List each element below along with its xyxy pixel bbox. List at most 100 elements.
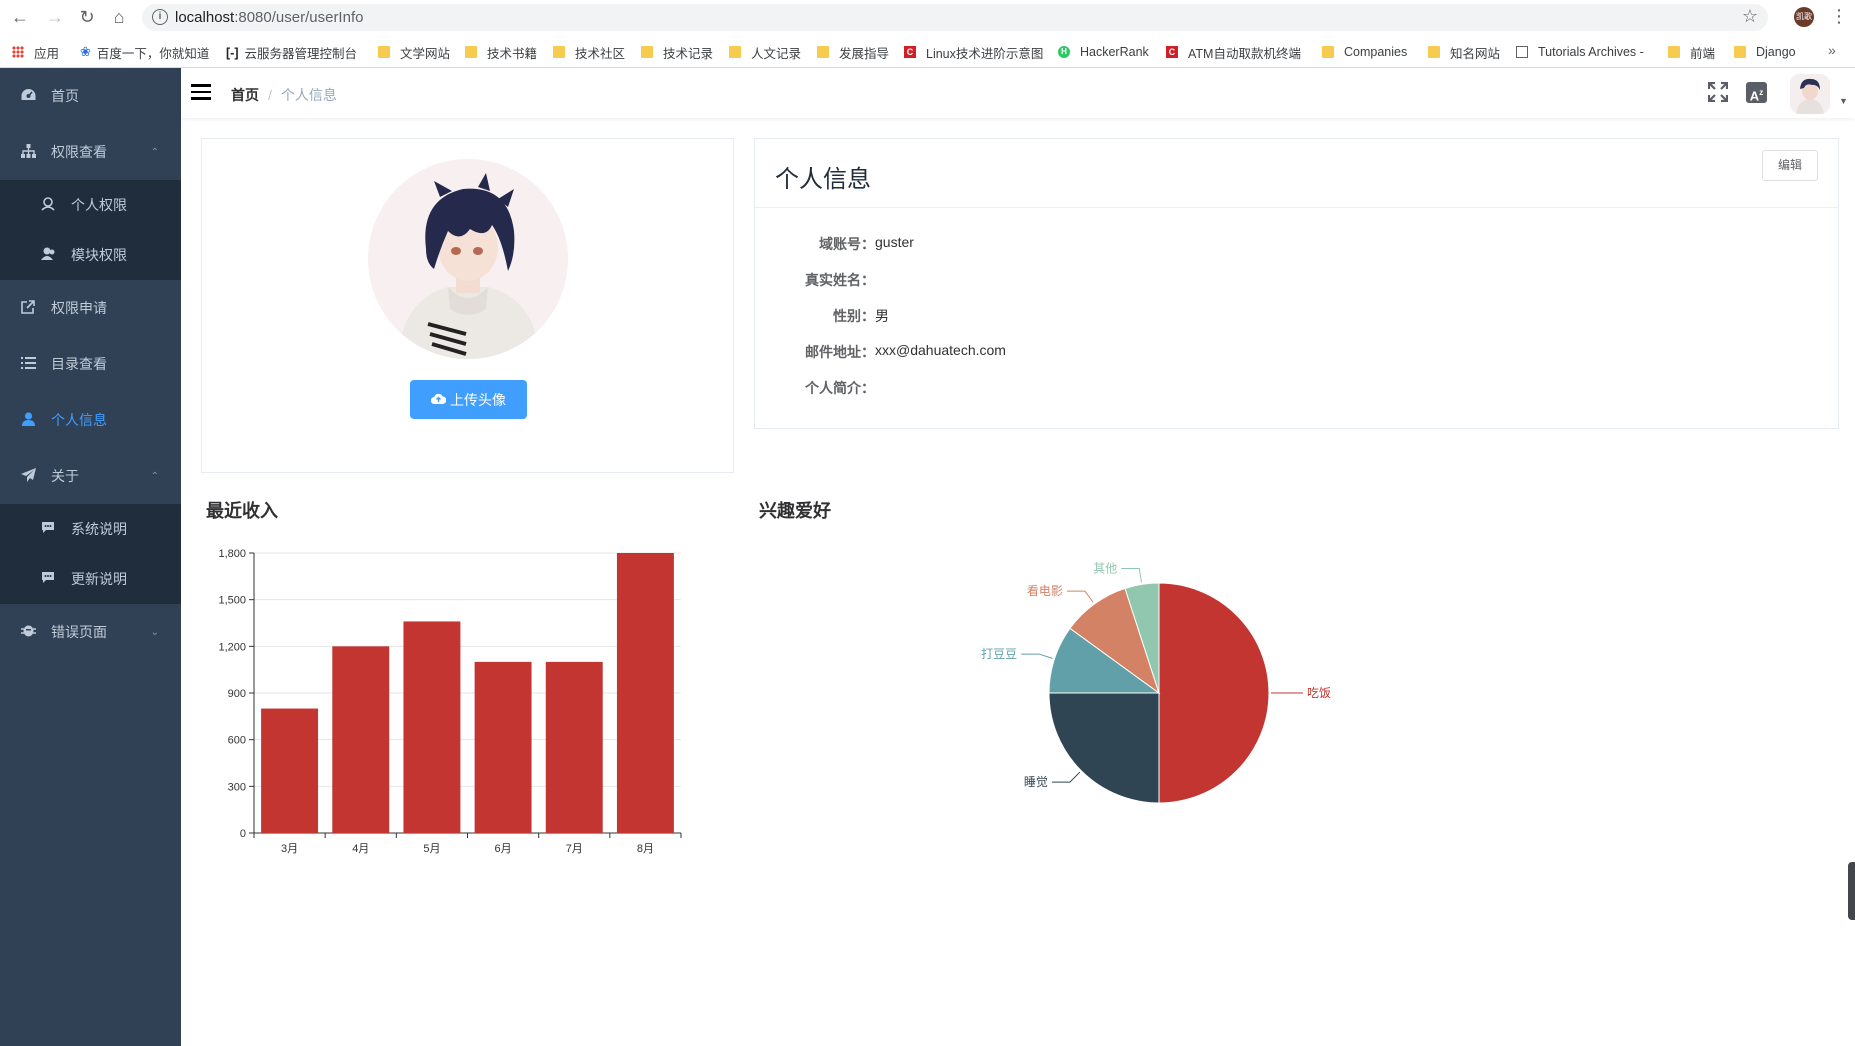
csdn-icon: C xyxy=(1166,46,1178,58)
forward-arrow-icon[interactable]: → xyxy=(44,6,66,28)
bookmark-label: 技术社区 xyxy=(575,46,626,61)
bookmark-label: 前端 xyxy=(1690,46,1716,61)
bookmark-item[interactable]: 文学网站 xyxy=(378,43,450,61)
sidebar-item-permission-apply[interactable]: 权限申请 xyxy=(0,280,181,336)
bookmark-item[interactable]: 技术书籍 xyxy=(465,43,537,61)
message-icon xyxy=(40,521,56,537)
bookmark-item[interactable]: C Linux技术进阶示意图 xyxy=(904,43,1043,61)
address-bar[interactable]: i localhost:8080/user/userInfo ☆ xyxy=(142,4,1768,31)
scrollbar-handle[interactable] xyxy=(1848,862,1855,920)
sidebar-item-label: 模块权限 xyxy=(71,247,127,263)
bar xyxy=(474,661,532,833)
pie-label-line xyxy=(1021,653,1053,659)
info-card-header: 个人信息 编辑 xyxy=(755,139,1838,208)
chevron-down-icon: ⌄ xyxy=(150,626,159,638)
browser-toolbar: ← → ↻ ⌂ i localhost:8080/user/userInfo ☆… xyxy=(0,0,1855,34)
bookmark-item[interactable]: 发展指导 xyxy=(817,43,889,61)
sidebar-item-label: 个人权限 xyxy=(71,197,127,213)
upload-avatar-label: 上传头像 xyxy=(450,391,506,408)
upload-avatar-button[interactable]: 上传头像 xyxy=(410,380,527,419)
profile-avatar[interactable]: 凯歌 xyxy=(1794,7,1814,27)
sidebar-item-directory-view[interactable]: 目录查看 xyxy=(0,336,181,392)
bookmark-label: 应用 xyxy=(34,46,60,61)
bookmark-star-icon[interactable]: ☆ xyxy=(1742,6,1758,27)
sidebar-item-about[interactable]: 关于 ⌃ xyxy=(0,448,181,504)
bookmark-item[interactable]: 人文记录 xyxy=(729,43,801,61)
pie-slice xyxy=(1048,692,1160,804)
bookmark-item[interactable]: 技术记录 xyxy=(641,43,713,61)
bookmark-item[interactable]: Companies xyxy=(1322,43,1407,61)
url-text[interactable]: localhost:8080/user/userInfo xyxy=(175,9,363,26)
sidebar-item-permission-view[interactable]: 权限查看 ⌃ xyxy=(0,124,181,180)
avatar-card: 上传头像 xyxy=(201,138,734,473)
apps-grid-icon xyxy=(12,46,24,58)
bookmark-item[interactable]: H HackerRank xyxy=(1058,43,1149,61)
bookmark-item[interactable]: 技术社区 xyxy=(553,43,625,61)
folder-icon xyxy=(378,46,390,58)
bookmark-label: 文学网站 xyxy=(400,46,451,61)
y-tick-label: 1,800 xyxy=(218,548,246,560)
sidebar-item-label: 更新说明 xyxy=(71,571,127,587)
income-chart-title: 最近收入 xyxy=(206,501,278,521)
field-value: 男 xyxy=(875,308,889,324)
browser-menu-icon[interactable]: ⋮ xyxy=(1830,6,1848,27)
back-arrow-icon[interactable]: ← xyxy=(9,6,31,28)
edit-button[interactable]: 编辑 xyxy=(1762,150,1818,181)
folder-icon xyxy=(817,46,829,58)
chevron-up-icon: ⌃ xyxy=(150,470,159,482)
aliyun-icon: [-] xyxy=(226,46,239,60)
sidebar-item-personal-permission[interactable]: 个人权限 xyxy=(0,180,181,230)
sidebar-item-label: 权限查看 xyxy=(51,144,107,160)
bookmark-item[interactable]: ❀ 百度一下，你就知道 xyxy=(80,43,209,61)
navbar: 首页 / 个人信息 Az ▼ xyxy=(181,68,1855,118)
send-icon xyxy=(20,467,36,485)
bookmark-item[interactable]: [-] 云服务器管理控制台 xyxy=(226,43,357,61)
bookmark-item[interactable]: 知名网站 xyxy=(1428,43,1500,61)
caret-down-icon[interactable]: ▼ xyxy=(1839,96,1848,106)
user-avatar[interactable] xyxy=(1790,74,1830,114)
field-value: xxx@dahuatech.com xyxy=(875,342,1006,358)
bookmark-label: Companies xyxy=(1344,45,1408,59)
folder-icon xyxy=(553,46,565,58)
bookmark-item[interactable]: Tutorials Archives - xyxy=(1516,43,1644,61)
field-label: 真实姓名： xyxy=(805,272,875,288)
bookmarks-bar: 应用 ❀ 百度一下，你就知道 [-] 云服务器管理控制台 文学网站 技术书籍 技术社区 技术记录… xyxy=(0,34,1855,68)
sidebar-item-module-permission[interactable]: 模块权限 xyxy=(0,230,181,280)
external-link-icon xyxy=(20,299,36,317)
bookmark-item[interactable]: 前端 xyxy=(1668,43,1715,61)
breadcrumb-home[interactable]: 首页 xyxy=(231,87,259,103)
bookmark-item[interactable]: Django xyxy=(1734,43,1796,61)
user-icon xyxy=(20,411,36,429)
home-icon[interactable]: ⌂ xyxy=(108,6,130,28)
sidebar-item-label: 权限申请 xyxy=(51,300,107,316)
folder-icon xyxy=(1668,46,1680,58)
bookmarks-overflow-icon[interactable]: » xyxy=(1828,42,1836,58)
bar xyxy=(403,621,461,833)
site-info-icon[interactable]: i xyxy=(152,9,168,25)
sidebar-item-error-pages[interactable]: 错误页面 ⌄ xyxy=(0,604,181,660)
bar xyxy=(616,553,674,833)
translate-icon[interactable]: Az xyxy=(1746,82,1767,103)
sidebar-item-label: 目录查看 xyxy=(51,356,107,372)
pie-slice xyxy=(1158,582,1270,804)
bookmark-item[interactable]: 应用 xyxy=(12,43,59,61)
bookmark-item[interactable]: C ATM自动取款机终端 xyxy=(1166,43,1301,61)
url-host: localhost xyxy=(175,9,235,26)
translate-icon-label: A xyxy=(1749,88,1760,104)
sidebar-item-system-notes[interactable]: 系统说明 xyxy=(0,504,181,554)
hamburger-icon[interactable] xyxy=(191,84,211,100)
income-bar-chart: 0 300 600 900 1,200 1,500 1,800 3月 4月 5月 6月 7月 8月 xyxy=(218,548,682,855)
y-tick-label: 0 xyxy=(240,828,246,840)
bookmark-label: Django xyxy=(1756,45,1796,59)
sidebar-item-personal-info[interactable]: 个人信息 xyxy=(0,392,181,448)
reload-icon[interactable]: ↻ xyxy=(76,6,98,28)
x-tick-label: 5月 xyxy=(423,843,440,855)
fullscreen-icon[interactable] xyxy=(1707,81,1729,104)
sidebar-item-home[interactable]: 首页 xyxy=(0,68,181,124)
sidebar-item-update-notes[interactable]: 更新说明 xyxy=(0,554,181,604)
bookmark-label: HackerRank xyxy=(1080,45,1149,59)
pie-label: 睡觉 xyxy=(1024,775,1048,789)
sidebar-item-label: 个人信息 xyxy=(51,412,107,428)
y-tick-label: 300 xyxy=(228,781,246,793)
cloud-upload-icon xyxy=(430,392,447,407)
